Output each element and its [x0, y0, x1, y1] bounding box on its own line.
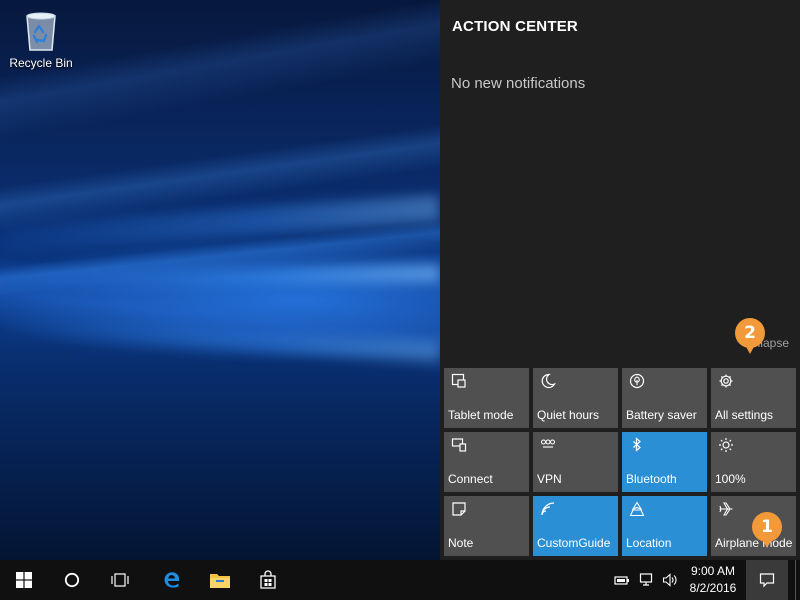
connect-icon: [451, 438, 467, 452]
battery-saver-icon: [629, 373, 645, 389]
edge-browser-icon: [164, 572, 180, 588]
clock-date: 8/2/2016: [689, 581, 737, 595]
quick-action-vpn[interactable]: VPN: [533, 432, 618, 492]
note-icon: [452, 502, 466, 516]
callout-1: 1: [752, 512, 782, 548]
action-center-panel: ACTION CENTER No new notifications Colla…: [440, 0, 800, 560]
quick-action-bluetooth[interactable]: Bluetooth: [622, 432, 707, 492]
tile-label: 100%: [715, 472, 746, 486]
action-center-button[interactable]: [746, 560, 788, 600]
show-desktop-button[interactable]: [795, 560, 800, 600]
tablet-mode-icon: [451, 373, 466, 388]
tile-label: VPN: [537, 472, 562, 486]
tile-label: CustomGuide: [537, 536, 611, 550]
desktop: Recycle Bin: [0, 0, 440, 560]
desktop-icon-recycle-bin[interactable]: Recycle Bin: [6, 8, 76, 70]
quick-action-battery-saver[interactable]: Battery saver: [622, 368, 707, 428]
store-button[interactable]: [244, 560, 292, 600]
tile-label: Tablet mode: [448, 408, 514, 422]
cortana-circle-icon: [64, 572, 80, 588]
clock-time: 9:00 AM: [690, 564, 736, 578]
callout-2: 2: [735, 318, 765, 354]
windows-logo-icon: [16, 572, 32, 588]
battery-icon[interactable]: [614, 572, 630, 588]
vpn-icon: [540, 439, 556, 448]
file-explorer-button[interactable]: [196, 560, 244, 600]
bluetooth-icon: [633, 437, 641, 452]
location-icon: [629, 501, 645, 517]
quick-action-tablet-mode[interactable]: Tablet mode: [444, 368, 529, 428]
recycle-bin-icon: [26, 12, 56, 51]
notification-bubble-icon: [759, 573, 775, 588]
wallpaper-light-beam: [0, 264, 440, 290]
quick-action-all-settings[interactable]: All settings: [711, 368, 796, 428]
volume-icon[interactable]: [662, 572, 678, 588]
tile-label: Quiet hours: [537, 408, 600, 422]
tile-label: Airplane mode: [715, 536, 793, 550]
moon-icon: [541, 373, 556, 389]
taskbar: 9:00 AM 8/2/2016: [0, 560, 800, 600]
tile-label: All settings: [715, 408, 774, 422]
quick-action-note[interactable]: Note: [444, 496, 529, 556]
wifi-icon: [541, 502, 555, 516]
folder-icon: [210, 574, 230, 588]
start-button[interactable]: [0, 560, 48, 600]
quick-action-brightness[interactable]: 100%: [711, 432, 796, 492]
airplane-icon: [719, 502, 733, 516]
tile-label: Bluetooth: [626, 472, 677, 486]
no-notifications-message: No new notifications: [451, 75, 586, 92]
task-view-icon: [111, 573, 129, 587]
gear-icon: [719, 374, 733, 388]
brightness-icon: [719, 438, 733, 452]
quick-action-location[interactable]: Location: [622, 496, 707, 556]
action-center-title: ACTION CENTER: [452, 18, 578, 35]
taskbar-clock[interactable]: 9:00 AM 8/2/2016: [680, 563, 746, 597]
wallpaper-light-beam: [0, 194, 440, 252]
tile-label: Battery saver: [626, 408, 697, 422]
desktop-icon-label: Recycle Bin: [9, 56, 73, 70]
tile-label: Note: [448, 536, 474, 550]
store-bag-icon: [260, 570, 276, 589]
tile-label: Connect: [448, 472, 493, 486]
quick-action-connect[interactable]: Connect: [444, 432, 529, 492]
network-icon[interactable]: [639, 572, 655, 588]
edge-browser-button[interactable]: [148, 560, 196, 600]
quick-action-quiet-hours[interactable]: Quiet hours: [533, 368, 618, 428]
task-view-button[interactable]: [96, 560, 144, 600]
tile-label: Location: [626, 536, 672, 550]
quick-action-wifi[interactable]: CustomGuide: [533, 496, 618, 556]
wallpaper-light-beam: [0, 318, 440, 362]
quick-actions-grid: Tablet mode Quiet hours Battery saver Al…: [444, 368, 796, 556]
cortana-button[interactable]: [48, 560, 96, 600]
